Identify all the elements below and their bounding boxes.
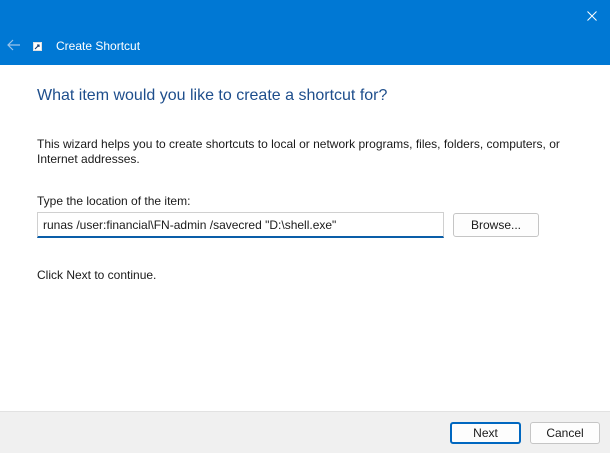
title-bar: Create Shortcut	[0, 0, 610, 65]
close-button[interactable]	[574, 0, 610, 32]
back-button[interactable]	[4, 36, 24, 54]
cancel-button[interactable]: Cancel	[530, 422, 600, 444]
location-input[interactable]	[37, 212, 444, 238]
wizard-description: This wizard helps you to create shortcut…	[37, 137, 560, 166]
arrow-left-icon	[7, 39, 20, 51]
location-label: Type the location of the item:	[37, 194, 191, 208]
create-shortcut-window: Create Shortcut What item would you like…	[0, 0, 610, 453]
page-heading: What item would you like to create a sho…	[37, 87, 388, 104]
footer-bar: Next Cancel	[0, 411, 610, 453]
browse-button[interactable]: Browse...	[453, 213, 539, 237]
shortcut-icon	[33, 42, 42, 51]
continue-hint: Click Next to continue.	[37, 268, 157, 282]
close-icon	[587, 11, 597, 21]
window-title: Create Shortcut	[56, 39, 141, 53]
next-button[interactable]: Next	[450, 422, 521, 444]
